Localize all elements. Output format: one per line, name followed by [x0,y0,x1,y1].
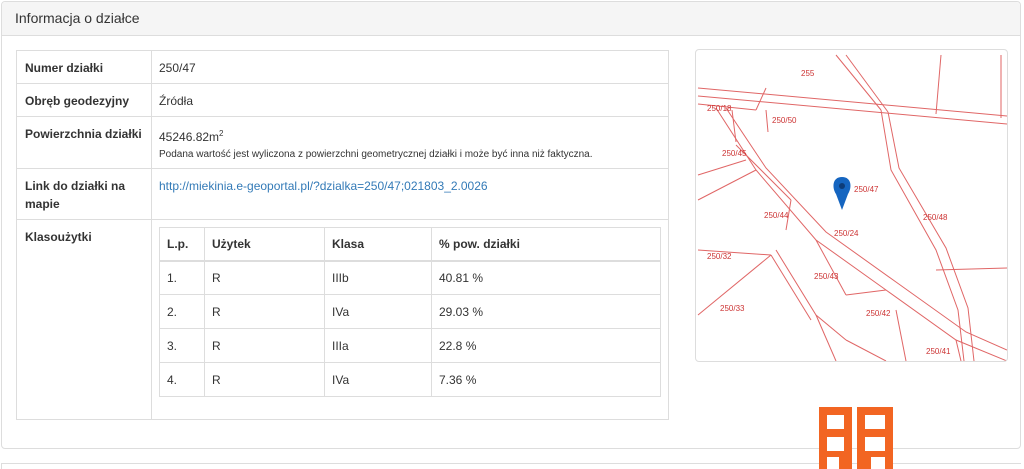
header-percent: % pow. działki [431,227,661,262]
cell-lp: 4. [159,362,205,397]
map-link-label: Link do działki na mapie [17,169,152,219]
table-row: 4. R IVa 7.36 % [159,362,661,397]
cell-use: R [204,294,325,329]
row-parcel-number: Numer działki 250/47 [17,51,668,84]
header-use: Użytek [204,227,325,262]
map-label: 250/48 [923,213,948,222]
table-row: 2. R IVa 29.03 % [159,294,661,329]
cell-class: IVa [324,294,432,329]
table-row: 3. R IIIa 22.8 % [159,328,661,363]
area-label: Powierzchnia działki [17,117,152,168]
cell-class: IIIb [324,260,432,295]
table-row: 1. R IIIb 40.81 % [159,260,661,295]
row-area: Powierzchnia działki 45246.82m2 Podana w… [17,117,668,169]
map-label: 255 [801,69,815,78]
parcel-info-table: Numer działki 250/47 Obręb geodezyjny Źr… [16,50,669,420]
map-label: 250/45 [722,149,747,158]
map-label: 250/42 [866,309,891,318]
cell-percent: 7.36 % [431,362,661,397]
map-link[interactable]: http://miekinia.e-geoportal.pl/?dzialka=… [159,179,488,193]
logo-icon [819,407,893,469]
cell-class: IIIa [324,328,432,363]
map-marker-icon [833,177,851,210]
map-label: 250/43 [814,272,839,281]
map-label: 250/47 [854,185,879,194]
area-note: Podana wartość jest wyliczona z powierzc… [159,149,593,160]
row-map-link: Link do działki na mapie http://miekinia… [17,169,668,220]
parcel-map-canvas: 255 250/18 250/50 250/45 250/47 250/44 2… [697,54,1007,361]
row-precinct: Obręb geodezyjny Źródła [17,84,668,117]
map-link-cell: http://miekinia.e-geoportal.pl/?dzialka=… [152,169,668,219]
map-label: 250/33 [720,304,745,313]
precinct-value: Źródła [159,94,194,108]
cell-lp: 3. [159,328,205,363]
cell-lp: 2. [159,294,205,329]
cell-use: R [204,260,325,295]
precinct-label: Obręb geodezyjny [17,84,152,116]
parcel-number-value: 250/47 [159,61,196,75]
map-label: 250/24 [834,229,859,238]
cell-use: R [204,328,325,363]
map-label: 250/44 [764,211,789,220]
parcel-map[interactable]: 255 250/18 250/50 250/45 250/47 250/44 2… [695,49,1008,362]
parcel-boundaries [697,54,1007,361]
cell-percent: 40.81 % [431,260,661,295]
cell-lp: 1. [159,260,205,295]
row-land-use: Klasoużytki L.p. Użytek Klasa % pow. dzi… [17,220,668,419]
map-label: 250/32 [707,252,732,261]
map-label: 250/41 [926,347,951,356]
header-class: Klasa [324,227,432,262]
land-use-header-row: L.p. Użytek Klasa % pow. działki [159,227,661,262]
parcel-info-panel: Informacja o działce Numer działki 250/4… [1,1,1021,449]
area-value: 45246.82m [159,130,220,144]
cell-use: R [204,362,325,397]
land-use-cell: L.p. Użytek Klasa % pow. działki 1. R II… [152,220,668,419]
cell-percent: 22.8 % [431,328,661,363]
header-lp: L.p. [159,227,205,262]
cell-class: IVa [324,362,432,397]
cell-percent: 29.03 % [431,294,661,329]
area-unit-exponent: 2 [219,129,224,138]
panel-title: Informacja o działce [2,2,1020,36]
map-label: 250/18 [707,104,732,113]
map-label: 250/50 [772,116,797,125]
area-value-cell: 45246.82m2 Podana wartość jest wyliczona… [152,117,668,168]
parcel-number-label: Numer działki [17,51,152,83]
land-use-table: L.p. Użytek Klasa % pow. działki 1. R II… [159,227,661,397]
land-use-label: Klasoużytki [17,220,152,419]
